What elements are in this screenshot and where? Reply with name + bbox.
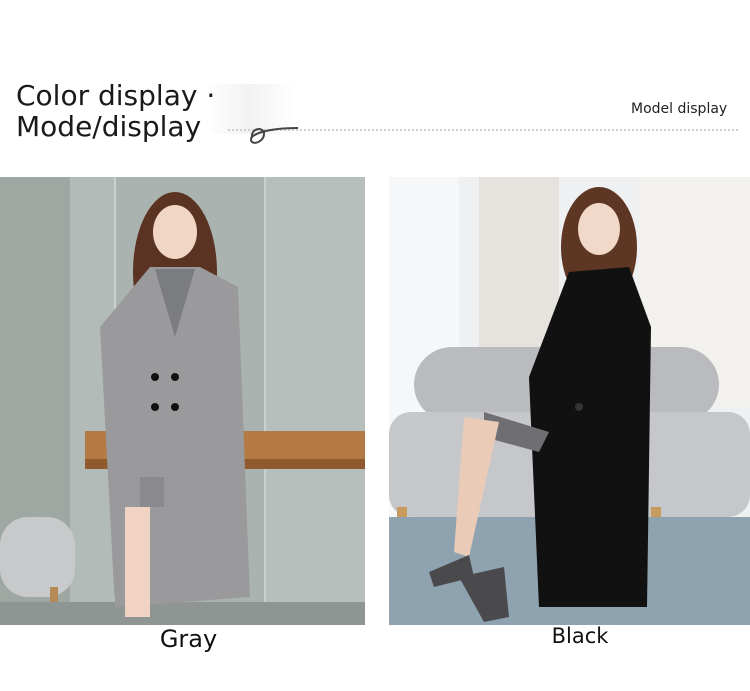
model-display-label: Model display — [631, 101, 728, 117]
title-line-2: Mode/display — [16, 110, 202, 143]
dotted-divider — [228, 129, 738, 131]
title-line-1: Color display · — [16, 79, 216, 112]
section-header: Color display · Mode/display Model displ… — [0, 0, 750, 160]
section-title: Color display · Mode/display — [16, 80, 215, 142]
product-photo-gray — [0, 177, 365, 625]
swirl-icon — [250, 127, 299, 144]
caption-gray: Gray — [159, 625, 218, 653]
product-photo-black — [389, 177, 750, 625]
caption-black: Black — [551, 624, 609, 648]
